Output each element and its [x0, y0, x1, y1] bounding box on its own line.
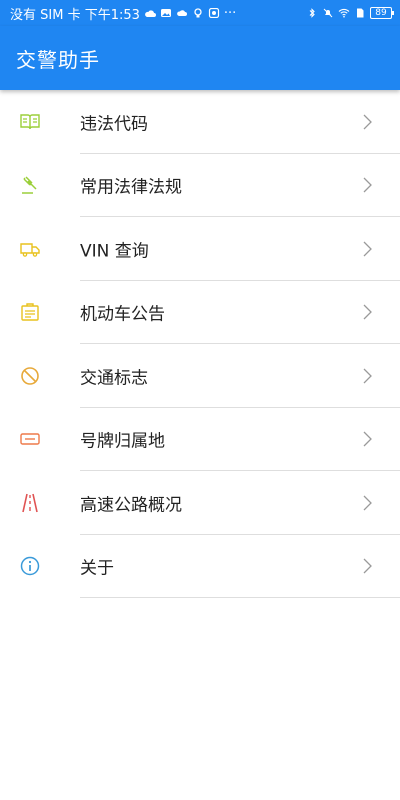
menu-item-about[interactable]: 关于 — [0, 535, 400, 598]
info-icon — [20, 557, 40, 576]
menu-list: 违法代码 常用法律法规 VIN 查询 机动车公告 交通标志 号牌归属地 高速公路… — [0, 90, 400, 598]
bulb-icon — [194, 8, 202, 18]
status-bar: 没有 SIM 卡 下午1:53 ··· 89 — [0, 0, 400, 26]
menu-item-label: 交通标志 — [80, 368, 148, 389]
mute-bell-icon — [323, 8, 333, 18]
chevron-right-icon — [363, 114, 372, 130]
menu-item-traffic-signs[interactable]: 交通标志 — [0, 344, 400, 408]
chevron-right-icon — [363, 177, 372, 193]
battery-indicator: 89 — [370, 7, 394, 19]
license-plate-icon — [20, 433, 40, 445]
menu-item-violation-codes[interactable]: 违法代码 — [0, 90, 400, 154]
menu-item-laws-regulations[interactable]: 常用法律法规 — [0, 154, 400, 217]
menu-item-label: 关于 — [80, 558, 114, 579]
chevron-right-icon — [363, 241, 372, 257]
book-icon — [20, 114, 40, 129]
menu-item-vin-query[interactable]: VIN 查询 — [0, 217, 400, 281]
sim-icon — [357, 8, 364, 18]
notice-board-icon — [21, 303, 39, 321]
chevron-right-icon — [363, 304, 372, 320]
cloud-small-icon — [177, 10, 187, 16]
bluetooth-icon — [309, 8, 315, 18]
menu-item-vehicle-announcement[interactable]: 机动车公告 — [0, 281, 400, 344]
chevron-right-icon — [363, 431, 372, 447]
app-title: 交警助手 — [16, 47, 100, 72]
menu-item-highway-overview[interactable]: 高速公路概况 — [0, 471, 400, 535]
chevron-right-icon — [363, 558, 372, 574]
menu-item-plate-location[interactable]: 号牌归属地 — [0, 408, 400, 471]
highway-icon — [22, 493, 38, 512]
menu-item-label: 号牌归属地 — [80, 431, 165, 452]
menu-item-label: 违法代码 — [80, 114, 148, 135]
menu-item-label: VIN 查询 — [80, 241, 149, 262]
wifi-icon — [338, 8, 350, 18]
more-notifications: ··· — [223, 5, 237, 21]
cloud-icon — [145, 10, 156, 17]
prohibited-sign-icon — [21, 366, 39, 385]
status-text: 没有 SIM 卡 下午1:53 — [10, 7, 140, 23]
menu-item-label: 常用法律法规 — [80, 177, 182, 198]
chevron-right-icon — [363, 368, 372, 384]
gallery-icon — [160, 9, 171, 17]
app-bar: 交警助手 — [0, 26, 400, 90]
truck-icon — [20, 243, 40, 257]
divider — [80, 597, 400, 598]
chevron-right-icon — [363, 495, 372, 511]
menu-item-label: 高速公路概况 — [80, 495, 182, 516]
gavel-icon — [22, 176, 37, 194]
menu-item-label: 机动车公告 — [80, 304, 165, 325]
app-notification-icon — [208, 8, 220, 18]
